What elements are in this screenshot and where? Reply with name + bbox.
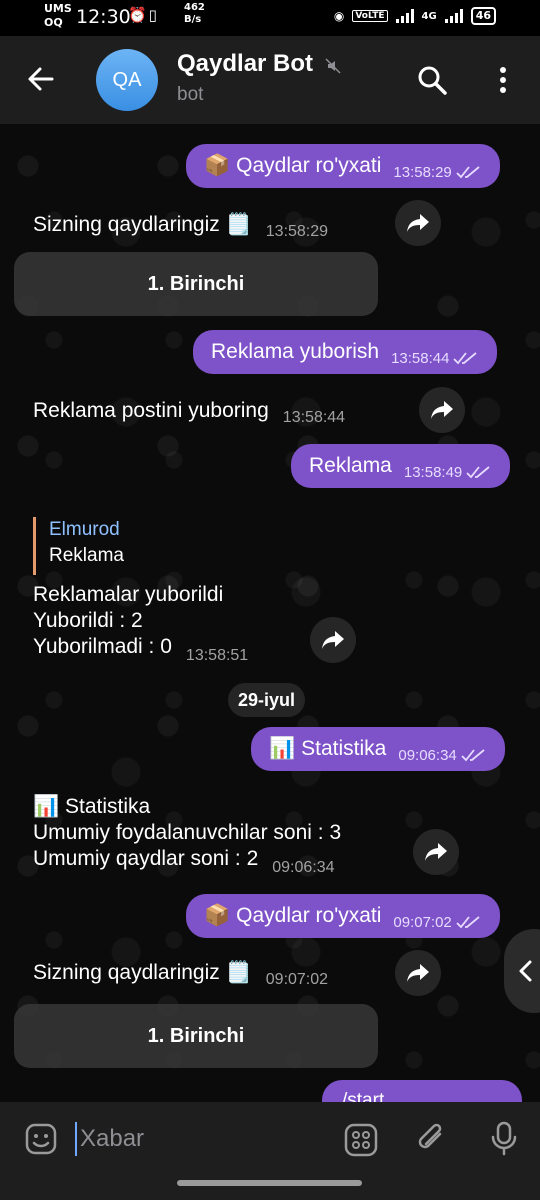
- share-arrow-icon: [407, 964, 429, 982]
- carrier-label: UMS OQ: [44, 2, 72, 29]
- status-right: ◉ VoLTE 4G 46: [334, 7, 496, 25]
- message-text: Sizning qaydlaringiz 🗒️: [33, 961, 252, 984]
- message-composer: [0, 1102, 540, 1200]
- chat-title[interactable]: Qaydlar Bot: [177, 50, 313, 78]
- chat-header: QA Qaydlar Bot bot: [0, 36, 540, 124]
- message-text: Reklama: [309, 454, 392, 477]
- message-time: 13:58:44: [282, 409, 346, 426]
- more-options-icon[interactable]: [488, 62, 518, 98]
- message-line: Yuborildi : 2: [33, 609, 143, 632]
- message-text: Sizning qaydlaringiz 🗒️: [33, 213, 252, 236]
- share-arrow-icon: [431, 401, 453, 419]
- message-time: 09:07:02: [393, 913, 452, 931]
- message-time: 13:58:29: [265, 223, 329, 240]
- message-text: Qaydlar ro'yxati: [236, 154, 382, 177]
- double-check-icon: [466, 466, 490, 479]
- share-button[interactable]: [395, 200, 441, 246]
- hotspot-icon: ◉: [333, 9, 345, 23]
- outgoing-message[interactable]: Reklama 13:58:49: [291, 444, 511, 488]
- outgoing-message[interactable]: 📊 Statistika 09:06:34: [251, 727, 505, 771]
- volte-badge: VoLTE: [352, 10, 388, 22]
- signal-icon: [395, 9, 414, 23]
- incoming-message[interactable]: Reklamalar yuborildi Yuborildi : 2 Yubor…: [33, 582, 249, 664]
- chevron-left-icon: [519, 960, 532, 982]
- message-text: Statistika: [301, 737, 387, 760]
- incoming-message[interactable]: Reklama postini yuboring 13:58:44: [33, 398, 345, 426]
- message-input[interactable]: [80, 1122, 320, 1156]
- message-time: 13:58:29: [393, 163, 452, 181]
- message-time: 09:06:34: [398, 746, 457, 764]
- outgoing-message[interactable]: 📦 Qaydlar ro'yxati 13:58:29: [186, 144, 500, 188]
- message-line: Umumiy foydalanuvchilar soni : 3: [33, 821, 342, 844]
- message-time: 09:07:02: [265, 971, 329, 988]
- chart-emoji: 📊: [269, 737, 296, 760]
- inline-keyboard-button[interactable]: 1. Birinchi: [14, 1004, 378, 1068]
- message-line: Yuborilmadi : 0: [33, 635, 172, 658]
- outgoing-message[interactable]: 📦 Qaydlar ro'yxati 09:07:02: [186, 894, 500, 938]
- share-arrow-icon: [407, 214, 429, 232]
- share-button[interactable]: [395, 950, 441, 996]
- double-check-icon: [456, 166, 480, 179]
- message-line: Reklamalar yuborildi: [33, 583, 224, 606]
- message-text: /start: [342, 1090, 385, 1102]
- sticker-emoji-icon[interactable]: [24, 1122, 58, 1156]
- message-time: 09:06:34: [272, 859, 335, 876]
- attach-paperclip-icon[interactable]: [414, 1120, 450, 1158]
- clock: 12:30: [76, 6, 131, 28]
- share-button[interactable]: [413, 829, 459, 875]
- chat-area[interactable]: 📦 Qaydlar ro'yxati 13:58:29 Sizning qayd…: [0, 124, 540, 1102]
- message-time: 13:58:51: [185, 647, 249, 664]
- network-type: 4G: [421, 10, 437, 22]
- message-line: Umumiy qaydlar soni : 2: [33, 847, 259, 870]
- incoming-message[interactable]: 📊 Statistika Umumiy foydalanuvchilar son…: [33, 794, 342, 876]
- message-line: Statistika: [65, 795, 151, 818]
- package-emoji: 📦: [204, 904, 231, 927]
- reply-author: Elmurod: [49, 519, 120, 540]
- share-arrow-icon: [322, 631, 344, 649]
- double-check-icon: [461, 749, 485, 762]
- message-time: 13:58:49: [403, 463, 463, 481]
- muted-icon: [325, 58, 341, 74]
- bot-commands-icon[interactable]: [343, 1122, 379, 1158]
- search-icon[interactable]: [416, 64, 448, 96]
- status-bar: UMS OQ 12:30 ⏰▯ 462 B/s ◉ VoLTE 4G 46: [0, 0, 540, 36]
- microphone-icon[interactable]: [488, 1120, 520, 1158]
- inline-keyboard-button[interactable]: 1. Birinchi: [14, 252, 378, 316]
- signal-icon-2: [444, 9, 463, 23]
- incoming-message[interactable]: Sizning qaydlaringiz 🗒️ 13:58:29: [33, 212, 328, 240]
- share-button[interactable]: [419, 387, 465, 433]
- outgoing-message-partial[interactable]: /start: [322, 1080, 522, 1102]
- date-separator: 29-iyul: [228, 683, 306, 717]
- reply-text: Reklama: [49, 545, 124, 566]
- share-button[interactable]: [310, 617, 356, 663]
- reply-quote[interactable]: Elmurod Reklama: [33, 517, 124, 575]
- message-text: Reklama yuborish: [211, 340, 380, 363]
- incoming-message[interactable]: Sizning qaydlaringiz 🗒️ 09:07:02: [33, 960, 328, 988]
- double-check-icon: [453, 352, 478, 365]
- scroll-drawer-handle[interactable]: [504, 929, 540, 1013]
- gesture-bar: [177, 1180, 362, 1186]
- chat-subtitle: bot: [177, 84, 204, 105]
- network-speed: 462 B/s: [184, 2, 205, 25]
- message-time: 13:58:44: [391, 349, 450, 367]
- outgoing-message[interactable]: Reklama yuborish 13:58:44: [193, 330, 498, 374]
- share-arrow-icon: [425, 843, 447, 861]
- notification-icons: ⏰▯: [128, 6, 159, 24]
- double-check-icon: [456, 916, 480, 929]
- chart-emoji: 📊: [33, 795, 60, 818]
- package-emoji: 📦: [204, 154, 231, 177]
- message-text: Qaydlar ro'yxati: [236, 904, 382, 927]
- battery-indicator: 46: [470, 7, 496, 25]
- back-arrow-icon[interactable]: [24, 62, 58, 96]
- avatar[interactable]: QA: [96, 49, 158, 111]
- message-text: Reklama postini yuboring: [33, 399, 269, 422]
- text-cursor: [75, 1122, 77, 1156]
